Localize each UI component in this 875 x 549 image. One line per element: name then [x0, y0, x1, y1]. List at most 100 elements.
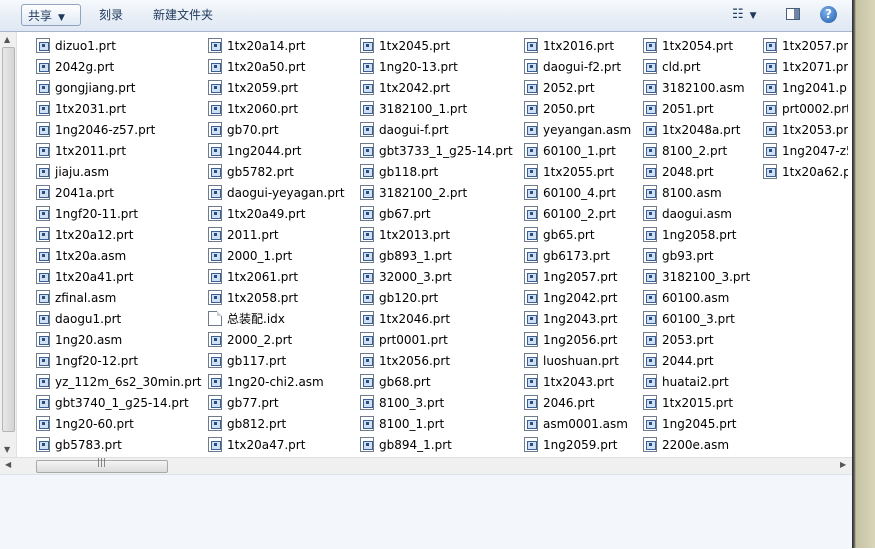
file-item[interactable]: 3182100.asm	[643, 77, 759, 98]
file-item[interactable]: 2052.prt	[524, 77, 639, 98]
file-item[interactable]: 3182100_3.prt	[643, 266, 759, 287]
file-item[interactable]: gb120.prt	[360, 287, 520, 308]
file-item[interactable]: 2200e.asm	[643, 434, 759, 455]
file-item[interactable]: 1tx20a.asm	[36, 245, 204, 266]
file-item[interactable]: 2048.prt	[643, 161, 759, 182]
file-item[interactable]: daogui-f.prt	[360, 119, 520, 140]
file-item[interactable]: 3182100_2.prt	[360, 182, 520, 203]
file-item[interactable]: 1tx20a41.prt	[36, 266, 204, 287]
file-item[interactable]: 2053.prt	[643, 329, 759, 350]
file-item[interactable]: 3182100_1.prt	[360, 98, 520, 119]
file-item[interactable]: 1ngf20-12.prt	[36, 350, 204, 371]
scroll-up-icon[interactable]: ▲	[4, 35, 10, 44]
file-item[interactable]: 8100.asm	[643, 182, 759, 203]
file-item[interactable]: 2041a.prt	[36, 182, 204, 203]
share-button[interactable]: 共享 ▼	[21, 4, 81, 26]
file-item[interactable]: 2046.prt	[524, 392, 639, 413]
file-item[interactable]: 60100_4.prt	[524, 182, 639, 203]
file-item[interactable]: 1ng2046-z57.prt	[36, 119, 204, 140]
file-item[interactable]: 1ng2047-z57	[763, 140, 848, 161]
file-item[interactable]: 8100_2.prt	[643, 140, 759, 161]
file-item[interactable]: 1ng2044.prt	[208, 140, 356, 161]
file-item[interactable]: gb894_1.prt	[360, 434, 520, 455]
file-item[interactable]: 1ng2059.prt	[524, 434, 639, 455]
horizontal-scrollbar[interactable]: ◀ ||| ▶	[0, 457, 852, 474]
file-item[interactable]: 1ng2043.prt	[524, 308, 639, 329]
scroll-left-icon[interactable]: ◀	[5, 460, 11, 469]
file-item[interactable]: 1ng2056.prt	[524, 329, 639, 350]
file-item[interactable]: 1ngf20-11.prt	[36, 203, 204, 224]
file-item[interactable]: zfinal.asm	[36, 287, 204, 308]
file-item[interactable]: 1tx20a49.prt	[208, 203, 356, 224]
file-item[interactable]: gb6173.prt	[524, 245, 639, 266]
file-item[interactable]: 1tx2042.prt	[360, 77, 520, 98]
file-item[interactable]: yz_112m_6s2_30min.prt	[36, 371, 204, 392]
file-item[interactable]: 1ng20-60.prt	[36, 413, 204, 434]
file-item[interactable]: gb118.prt	[360, 161, 520, 182]
file-item[interactable]: 1tx2046.prt	[360, 308, 520, 329]
file-item[interactable]: gb117.prt	[208, 350, 356, 371]
help-button[interactable]: ?	[818, 4, 840, 26]
file-item[interactable]: luoshuan.prt	[524, 350, 639, 371]
file-item[interactable]: gb65.prt	[524, 224, 639, 245]
view-options-button[interactable]: ☷ ▼	[726, 4, 768, 26]
file-item[interactable]: 1tx2061.prt	[208, 266, 356, 287]
file-item[interactable]: 2050.prt	[524, 98, 639, 119]
file-item[interactable]: prt0001.prt	[360, 329, 520, 350]
file-item[interactable]: 1tx2053.prt	[763, 119, 848, 140]
file-item[interactable]: 2011.prt	[208, 224, 356, 245]
file-item[interactable]: daogui-f2.prt	[524, 56, 639, 77]
file-item[interactable]: 8100_3.prt	[360, 392, 520, 413]
file-item[interactable]: 1tx2048a.prt	[643, 119, 759, 140]
horizontal-scroll-thumb[interactable]: |||	[36, 458, 168, 473]
file-item[interactable]: 2000_1.prt	[208, 245, 356, 266]
file-item[interactable]: 1tx2071.prt	[763, 56, 848, 77]
file-item[interactable]: 1tx20a14.prt	[208, 35, 356, 56]
file-item[interactable]: 1tx2057.prt	[763, 35, 848, 56]
file-item[interactable]: gbt3740_1_g25-14.prt	[36, 392, 204, 413]
file-item[interactable]: gb70.prt	[208, 119, 356, 140]
file-item[interactable]: gb5782.prt	[208, 161, 356, 182]
file-item[interactable]: gbt3733_1_g25-14.prt	[360, 140, 520, 161]
scroll-down-icon[interactable]: ▼	[4, 445, 10, 454]
file-item[interactable]: 1tx2056.prt	[360, 350, 520, 371]
file-item[interactable]: 1ng20-13.prt	[360, 56, 520, 77]
file-item[interactable]: gb812.prt	[208, 413, 356, 434]
file-item[interactable]: daogui.asm	[643, 203, 759, 224]
file-item[interactable]: 1tx20a50.prt	[208, 56, 356, 77]
file-item[interactable]: huatai2.prt	[643, 371, 759, 392]
file-item[interactable]: 1tx20a12.prt	[36, 224, 204, 245]
file-item[interactable]: cld.prt	[643, 56, 759, 77]
file-item[interactable]: daogu1.prt	[36, 308, 204, 329]
file-item[interactable]: 1tx2058.prt	[208, 287, 356, 308]
file-item[interactable]: 1tx2059.prt	[208, 77, 356, 98]
burn-button[interactable]: 刻录	[93, 4, 129, 26]
file-item[interactable]: 1ng2041.prt	[763, 77, 848, 98]
file-item[interactable]: 60100_2.prt	[524, 203, 639, 224]
file-item[interactable]: gb893_1.prt	[360, 245, 520, 266]
file-item[interactable]: prt0002.prt	[763, 98, 848, 119]
file-item[interactable]: 1ng20.asm	[36, 329, 204, 350]
file-item[interactable]: 总装配.idx	[208, 308, 356, 329]
file-item[interactable]: 60100_3.prt	[643, 308, 759, 329]
file-item[interactable]: 32000_3.prt	[360, 266, 520, 287]
file-item[interactable]: 1ng2058.prt	[643, 224, 759, 245]
file-item[interactable]: 1ng20-chi2.asm	[208, 371, 356, 392]
file-item[interactable]: 1tx2055.prt	[524, 161, 639, 182]
file-item[interactable]: 1tx2054.prt	[643, 35, 759, 56]
file-item[interactable]: gb68.prt	[360, 371, 520, 392]
file-item[interactable]: 1ng2057.prt	[524, 266, 639, 287]
vertical-scrollbar[interactable]: ▲ ▼	[0, 32, 17, 457]
file-item[interactable]: 1tx20a62.prt	[763, 161, 848, 182]
file-item[interactable]: 2051.prt	[643, 98, 759, 119]
file-item[interactable]: 1tx2031.prt	[36, 98, 204, 119]
file-item[interactable]: gb5783.prt	[36, 434, 204, 455]
file-item[interactable]: daogui-yeyagan.prt	[208, 182, 356, 203]
file-item[interactable]: 1tx2016.prt	[524, 35, 639, 56]
file-item[interactable]: gb77.prt	[208, 392, 356, 413]
file-item[interactable]: 60100_1.prt	[524, 140, 639, 161]
file-item[interactable]: 1tx2011.prt	[36, 140, 204, 161]
file-item[interactable]: yeyangan.asm	[524, 119, 639, 140]
file-item[interactable]: 1tx2015.prt	[643, 392, 759, 413]
file-item[interactable]: gongjiang.prt	[36, 77, 204, 98]
